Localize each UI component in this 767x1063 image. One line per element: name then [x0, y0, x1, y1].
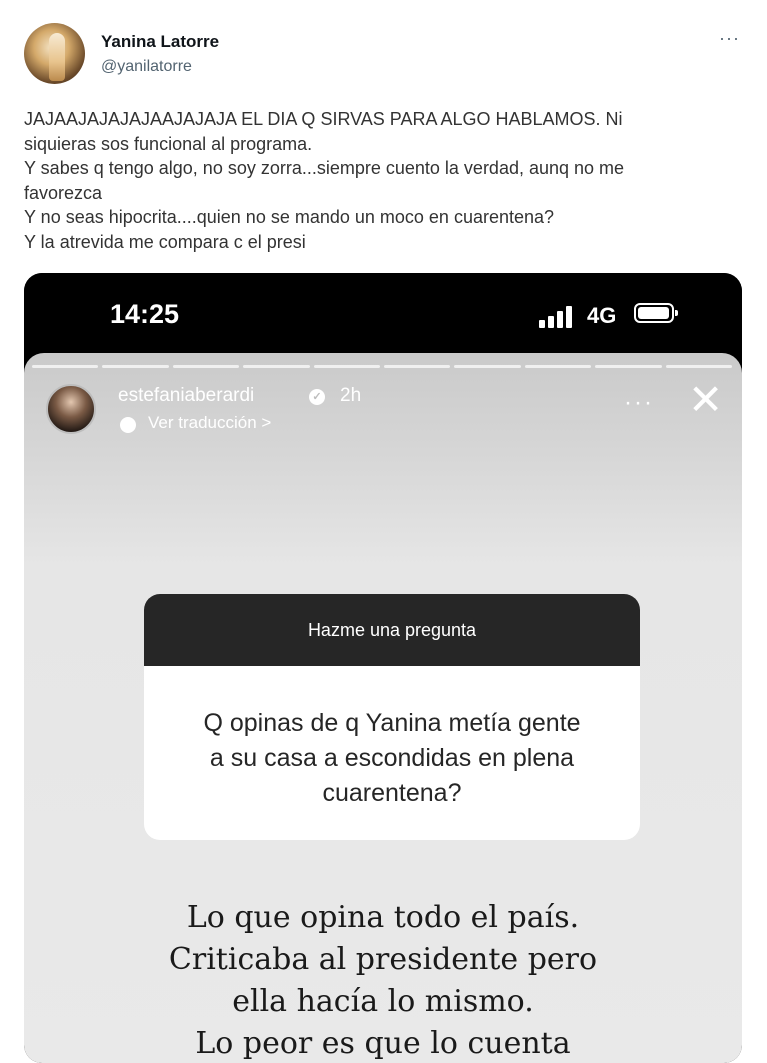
story-username: estefaniaberardi — [118, 385, 255, 406]
answer-line: Criticaba al presidente pero — [168, 942, 598, 977]
tweet-line: favorezca — [24, 182, 103, 203]
story-time: 2h — [340, 385, 362, 406]
story-more-icon: ··· — [624, 389, 654, 416]
question-line: Q opinas de q Yanina metía gente — [203, 709, 581, 737]
tweet-line: Y no seas hipocrita....quien no se mando… — [24, 207, 555, 228]
question-header: Hazme una pregunta — [144, 594, 640, 666]
answer-line: Lo peor es que lo cuenta — [195, 1026, 571, 1061]
instagram-story: estefaniaberardi ✓ 2h Ver traducción > ·… — [24, 353, 742, 1063]
question-line: cuarentena? — [322, 779, 462, 807]
answer-line: ella hacía lo mismo. — [232, 984, 534, 1019]
tweet-line: JAJAAJAJAJAJAAJAJAJA EL DIA Q SIRVAS PAR… — [24, 109, 623, 129]
story-answer-text: Lo que opina todo el país. Criticaba al … — [24, 897, 742, 1063]
author-name[interactable]: Yanina Latorre — [101, 32, 219, 52]
phone-status-bar: 14:25 4G — [24, 273, 742, 355]
author-avatar[interactable] — [24, 23, 85, 84]
answer-line: Lo que opina todo el país. — [186, 900, 580, 935]
battery-icon — [634, 303, 678, 323]
tweet-media-screenshot[interactable]: 14:25 4G estefaniaberardi ✓ 2h Ver tradu… — [24, 273, 742, 1063]
story-avatar — [46, 384, 96, 434]
question-line: a su casa a escondidas en plena — [209, 744, 575, 772]
signal-icon — [539, 306, 579, 328]
translate-icon — [120, 417, 136, 433]
translate-link: Ver traducción > — [148, 413, 272, 432]
tweet-line: Y sabes q tengo algo, no soy zorra...sie… — [24, 158, 625, 179]
tweet: Yanina Latorre @yanilatorre ··· JAJAAJAJ… — [0, 0, 767, 1063]
story-progress-bars — [32, 365, 733, 368]
story-close-icon: ✕ — [688, 376, 724, 423]
question-sticker: Hazme una pregunta Q opinas de q Yanina … — [144, 594, 640, 840]
verified-badge-icon: ✓ — [309, 389, 325, 405]
tweet-line: Y la atrevida me compara c el presi — [24, 231, 306, 252]
author-handle[interactable]: @yanilatorre — [101, 58, 192, 76]
tweet-line: siquieras sos funcional al programa. — [24, 133, 313, 154]
network-label: 4G — [587, 303, 617, 328]
status-time: 14:25 — [110, 299, 180, 329]
question-body: Q opinas de q Yanina metía gente a su ca… — [144, 666, 640, 811]
tweet-text: JAJAAJAJAJAJAAJAJAJA EL DIA Q SIRVAS PAR… — [24, 107, 744, 255]
more-options-icon[interactable]: ··· — [719, 28, 740, 49]
